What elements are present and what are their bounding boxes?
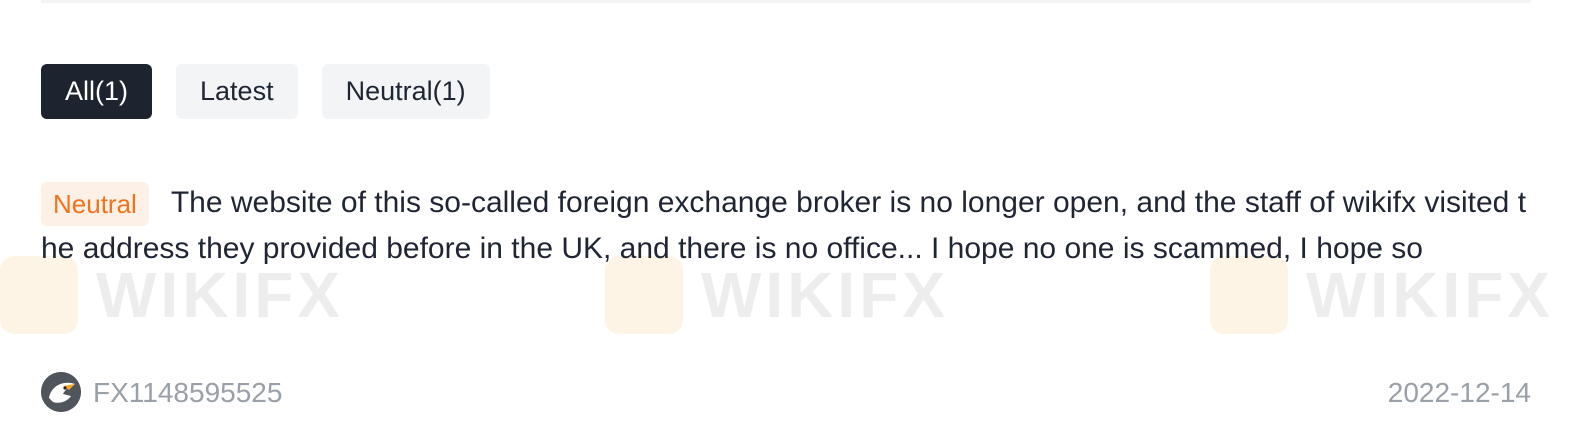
reviewer-username[interactable]: FX1148595525 xyxy=(93,374,282,412)
top-divider xyxy=(41,0,1531,3)
review-date: 2022-12-14 xyxy=(1387,377,1531,408)
tab-all[interactable]: All(1) xyxy=(41,64,153,119)
review-tag-neutral: Neutral xyxy=(41,182,149,226)
tab-latest[interactable]: Latest xyxy=(176,64,298,119)
review-footer: FX1148595525 2022-12-14 xyxy=(41,372,1531,414)
eagle-icon xyxy=(41,372,81,412)
review-body: Neutral The website of this so-called for… xyxy=(41,180,1541,271)
review-panel: All(1) Latest Neutral(1) WIKIFX WIKIFX W… xyxy=(0,0,1574,442)
tab-neutral[interactable]: Neutral(1) xyxy=(321,64,490,119)
review-item: Neutral The website of this so-called for… xyxy=(41,180,1541,320)
review-text: The website of this so-called foreign ex… xyxy=(41,186,1527,265)
eagle-avatar-icon[interactable] xyxy=(41,372,81,412)
review-filter-tabs: All(1) Latest Neutral(1) xyxy=(41,64,490,119)
